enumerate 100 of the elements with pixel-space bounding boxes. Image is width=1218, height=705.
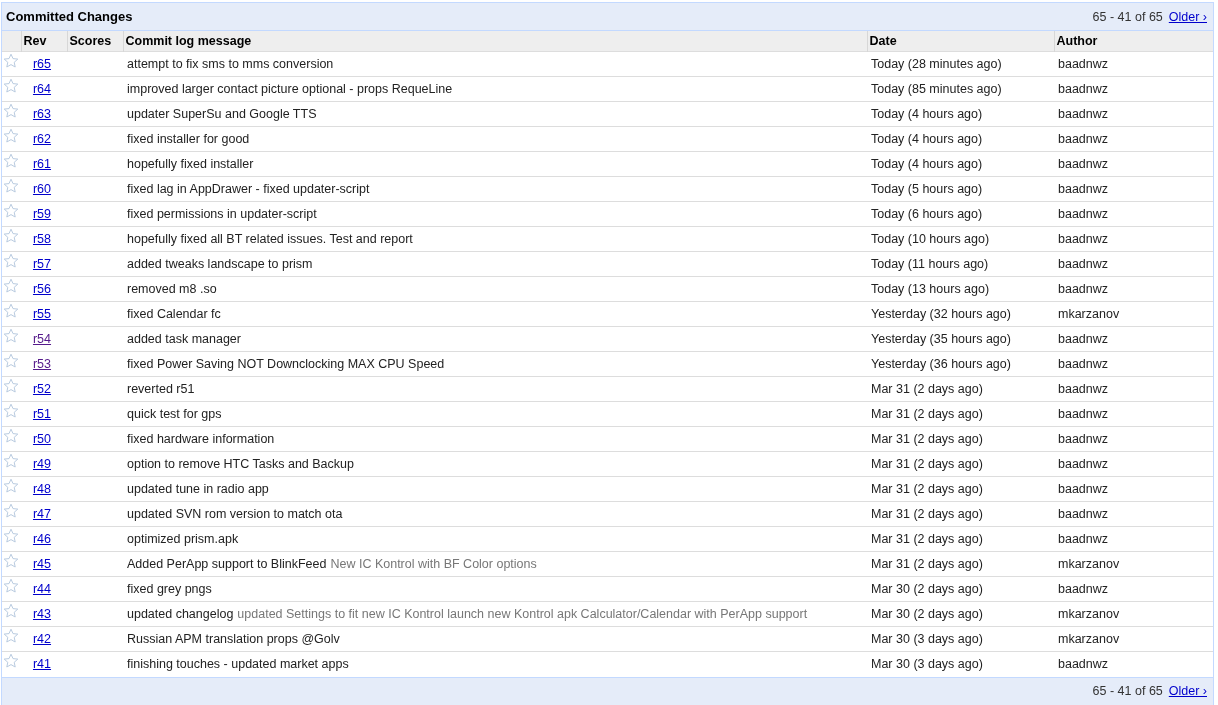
- commit-message: finishing touches - updated market apps: [127, 657, 349, 672]
- revision-link[interactable]: r61: [32, 157, 52, 171]
- commit-detail: New IC Kontrol with BF Color options: [330, 557, 537, 571]
- commit-message: fixed Calendar fc: [127, 307, 221, 321]
- commit-date: Yesterday (32 hours ago): [871, 307, 1011, 321]
- revision-link[interactable]: r60: [32, 182, 52, 196]
- commit-message: optimized prism.apk: [127, 532, 239, 546]
- revision-link[interactable]: r65: [32, 57, 52, 71]
- star-icon[interactable]: [3, 503, 19, 519]
- column-header: Author: [1054, 30, 1213, 52]
- revision-link[interactable]: r58: [32, 232, 52, 246]
- commit-message: reverted r51: [127, 382, 195, 396]
- commit-date: Today (6 hours ago): [871, 207, 983, 221]
- revision-link[interactable]: r62: [32, 132, 52, 146]
- revision-link[interactable]: r46: [32, 532, 52, 546]
- commit-message: updated SVN rom version to match ota: [127, 507, 343, 521]
- star-icon[interactable]: [3, 603, 19, 619]
- star-icon[interactable]: [3, 103, 19, 119]
- revision-link[interactable]: r57: [32, 257, 52, 271]
- revision-link[interactable]: r43: [32, 607, 52, 621]
- star-icon[interactable]: [3, 378, 19, 394]
- revision-link[interactable]: r63: [32, 107, 52, 121]
- commit-message: attempt to fix sms to mms conversion: [127, 57, 334, 71]
- revision-link[interactable]: r52: [32, 382, 52, 396]
- older-link[interactable]: Older ›: [1168, 9, 1207, 24]
- commit-author: baadnwz: [1058, 507, 1109, 521]
- commit-date: Mar 31 (2 days ago): [871, 507, 983, 521]
- commit-author: baadnwz: [1058, 232, 1109, 246]
- column-header: Commit log message: [123, 30, 867, 52]
- star-icon[interactable]: [3, 253, 19, 269]
- commit-author: mkarzanov: [1058, 307, 1120, 321]
- commit-author: baadnwz: [1058, 357, 1109, 371]
- commit-message: fixed lag in AppDrawer - fixed updater-script: [127, 182, 370, 196]
- commit-author: baadnwz: [1058, 132, 1109, 146]
- commit-author: baadnwz: [1058, 107, 1109, 121]
- star-icon[interactable]: [3, 128, 19, 144]
- star-icon[interactable]: [3, 228, 19, 244]
- commit-date: Yesterday (35 hours ago): [871, 332, 1011, 346]
- star-icon[interactable]: [3, 53, 19, 69]
- revision-link[interactable]: r49: [32, 457, 52, 471]
- commit-date: Today (4 hours ago): [871, 132, 983, 146]
- star-icon[interactable]: [3, 303, 19, 319]
- star-icon[interactable]: [3, 403, 19, 419]
- star-icon[interactable]: [3, 203, 19, 219]
- star-icon[interactable]: [3, 328, 19, 344]
- revision-link[interactable]: r59: [32, 207, 52, 221]
- older-link[interactable]: Older ›: [1168, 684, 1207, 699]
- commit-message: updated changelog: [127, 607, 234, 621]
- revision-link[interactable]: r42: [32, 632, 52, 646]
- commit-date: Mar 31 (2 days ago): [871, 432, 983, 446]
- star-icon[interactable]: [3, 478, 19, 494]
- commit-date: Today (13 hours ago): [871, 282, 990, 296]
- star-icon[interactable]: [3, 578, 19, 594]
- revision-link[interactable]: r54: [32, 332, 52, 346]
- commit-date: Mar 30 (2 days ago): [871, 582, 983, 596]
- commit-author: mkarzanov: [1058, 557, 1120, 571]
- commit-date: Mar 30 (3 days ago): [871, 657, 983, 672]
- star-icon[interactable]: [3, 553, 19, 569]
- commit-message: fixed permissions in updater-script: [127, 207, 317, 221]
- commit-message: quick test for gps: [127, 407, 222, 421]
- commit-author: baadnwz: [1058, 657, 1109, 672]
- commit-message: fixed Power Saving NOT Downclocking MAX CPU Speed: [127, 357, 445, 371]
- star-icon[interactable]: [3, 653, 19, 669]
- star-icon[interactable]: [3, 353, 19, 369]
- page-title: Committed Changes: [6, 9, 133, 24]
- commit-author: mkarzanov: [1058, 607, 1120, 621]
- commit-message: fixed grey pngs: [127, 582, 212, 596]
- commit-message: option to remove HTC Tasks and Backup: [127, 457, 354, 471]
- revision-link[interactable]: r48: [32, 482, 52, 496]
- revision-link[interactable]: r41: [32, 657, 52, 672]
- revision-link[interactable]: r47: [32, 507, 52, 521]
- commit-author: baadnwz: [1058, 82, 1109, 96]
- revision-link[interactable]: r45: [32, 557, 52, 571]
- revision-link[interactable]: r56: [32, 282, 52, 296]
- star-icon[interactable]: [3, 278, 19, 294]
- commit-message: added task manager: [127, 332, 241, 346]
- commit-author: baadnwz: [1058, 207, 1109, 221]
- star-icon[interactable]: [3, 453, 19, 469]
- revision-link[interactable]: r50: [32, 432, 52, 446]
- commit-date: Mar 31 (2 days ago): [871, 407, 983, 421]
- star-icon[interactable]: [3, 78, 19, 94]
- commit-date: Mar 31 (2 days ago): [871, 532, 983, 546]
- revision-link[interactable]: r55: [32, 307, 52, 321]
- commit-detail: updated Settings to fit new IC Kontrol launch new Kontrol apk Calculator/Calendar with PerApp support: [237, 607, 808, 621]
- star-icon[interactable]: [3, 428, 19, 444]
- revision-link[interactable]: r44: [32, 582, 52, 596]
- commit-message: Added PerApp support to BlinkFeed: [127, 557, 327, 571]
- revision-link[interactable]: r64: [32, 82, 52, 96]
- commit-author: baadnwz: [1058, 457, 1109, 471]
- commit-date: Mar 30 (3 days ago): [871, 632, 983, 646]
- star-icon[interactable]: [3, 153, 19, 169]
- commit-author: baadnwz: [1058, 157, 1109, 171]
- revision-link[interactable]: r51: [32, 407, 52, 421]
- star-icon[interactable]: [3, 628, 19, 644]
- star-icon[interactable]: [3, 178, 19, 194]
- revision-link[interactable]: r53: [32, 357, 52, 371]
- commit-date: Today (4 hours ago): [871, 157, 983, 171]
- commit-message: improved larger contact picture optional - props RequeLine: [127, 82, 453, 96]
- star-icon[interactable]: [3, 528, 19, 544]
- commit-author: baadnwz: [1058, 282, 1109, 296]
